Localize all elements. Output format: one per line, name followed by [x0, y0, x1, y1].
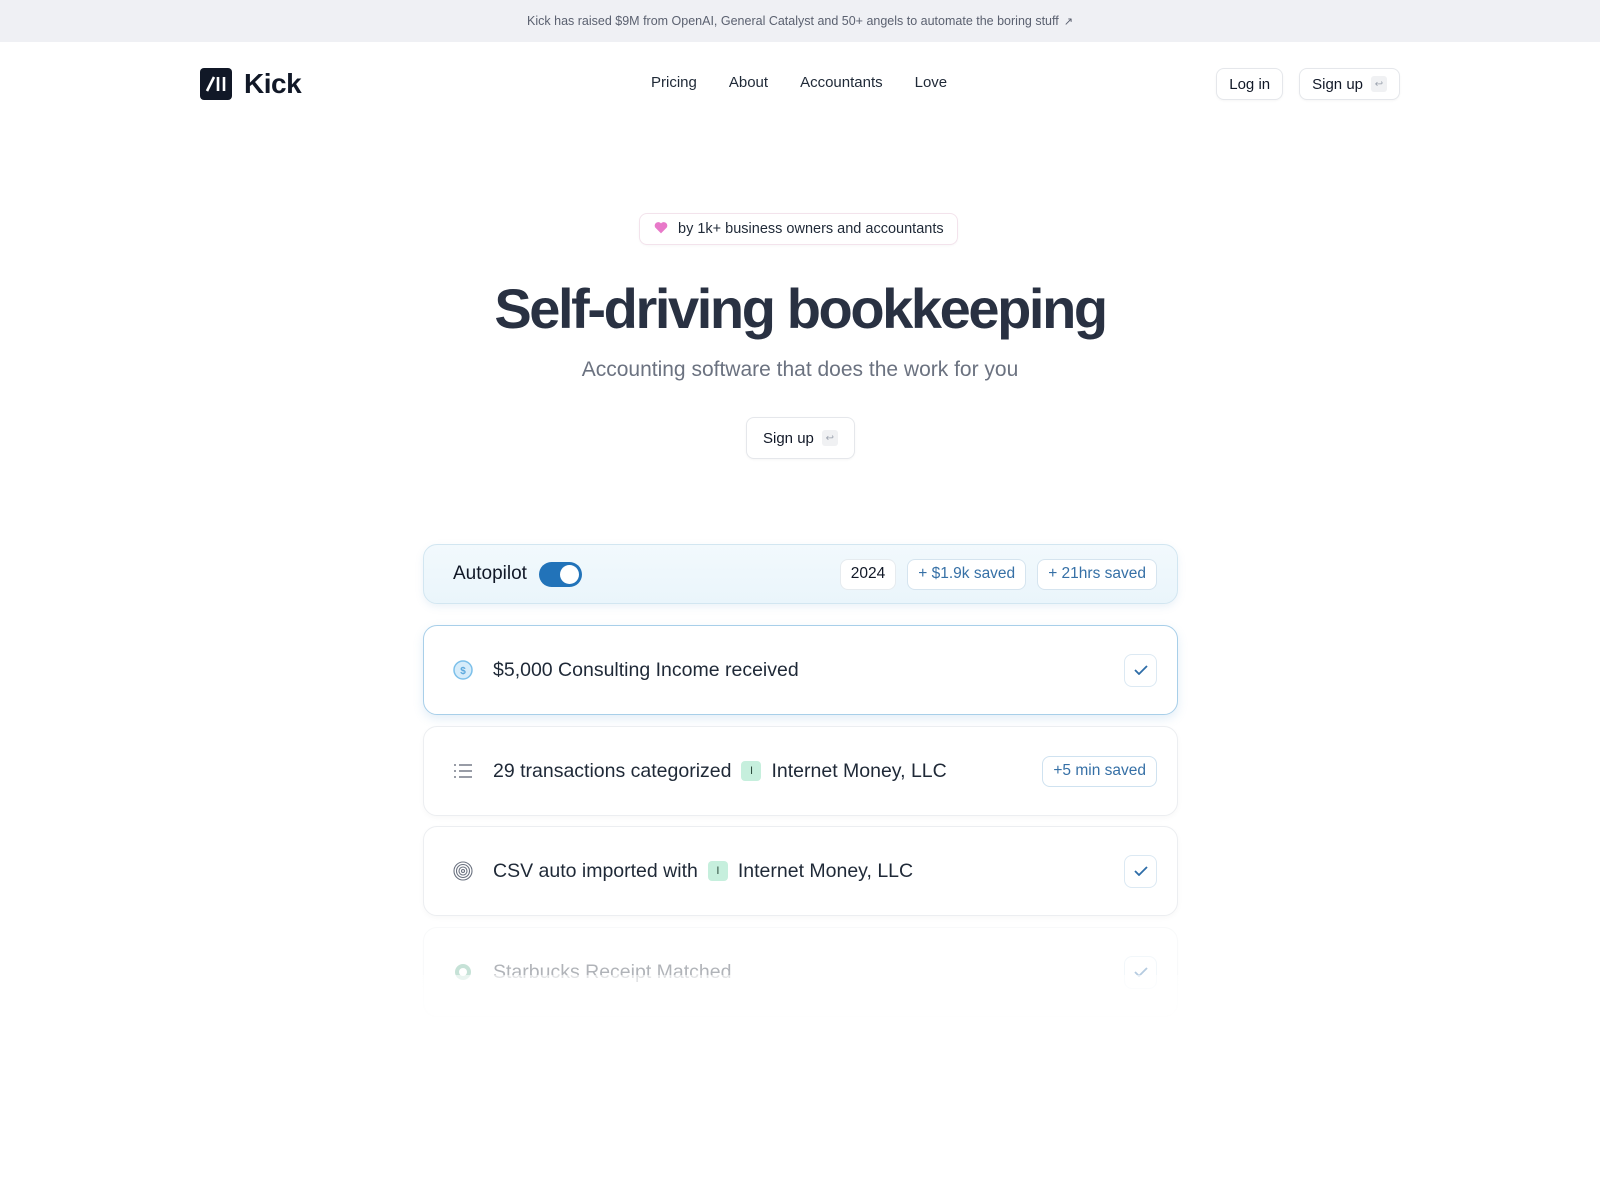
nav-links: Pricing About Accountants Love	[651, 74, 947, 91]
autopilot-stats: 2024 + $1.9k saved + 21hrs saved	[839, 558, 1157, 590]
autopilot-toggle[interactable]	[538, 561, 582, 587]
dollar-circle-icon: $	[453, 660, 473, 680]
company-logo-icon: I	[707, 861, 728, 881]
fingerprint-icon	[453, 861, 473, 881]
company-name[interactable]: Internet Money, LLC	[771, 760, 946, 783]
enter-key-icon: ↩	[821, 430, 838, 446]
feed-fade-overlay	[410, 975, 1190, 1045]
enter-key-icon: ↩	[1371, 76, 1387, 92]
feed-item: 29 transactions categorized I Internet M…	[423, 726, 1178, 816]
svg-text:$: $	[460, 666, 466, 677]
check-icon	[1133, 866, 1148, 876]
hero-signup-button[interactable]: Sign up ↩	[746, 417, 855, 459]
kick-logo-icon	[200, 68, 232, 100]
approve-button[interactable]	[1124, 653, 1157, 687]
time-saved-badge: +5 min saved	[1042, 755, 1157, 787]
hero-signup-label: Sign up	[763, 429, 814, 447]
feed-item-text: CSV auto imported with	[493, 859, 698, 882]
nav-link-accountants[interactable]: Accountants	[800, 74, 883, 91]
nav-link-pricing[interactable]: Pricing	[651, 74, 697, 91]
heart-icon	[654, 221, 668, 238]
feed-item: $ $5,000 Consulting Income received	[423, 625, 1178, 715]
social-proof-badge: by 1k+ business owners and accountants	[639, 213, 958, 245]
signup-button[interactable]: Sign up ↩	[1299, 68, 1400, 100]
approve-button[interactable]	[1124, 854, 1157, 888]
time-saved-badge: + 21hrs saved	[1037, 558, 1157, 590]
announcement-text[interactable]: Kick has raised $9M from OpenAI, General…	[527, 14, 1059, 28]
arrow-up-right-icon: ↗	[1063, 15, 1073, 28]
signup-label: Sign up	[1312, 75, 1363, 93]
nav-link-about[interactable]: About	[729, 74, 768, 91]
feed-item-text: $5,000 Consulting Income received	[493, 658, 799, 681]
list-icon	[453, 761, 473, 781]
login-button[interactable]: Log in	[1216, 68, 1284, 100]
page-subtitle: Accounting software that does the work f…	[581, 358, 1019, 381]
login-label: Log in	[1229, 75, 1271, 93]
autopilot-bar: Autopilot 2024 + $1.9k saved + 21hrs sav…	[423, 544, 1178, 604]
autopilot-label: Autopilot	[453, 563, 527, 584]
toggle-knob	[559, 564, 579, 584]
company-logo-icon: I	[741, 761, 762, 781]
company-name[interactable]: Internet Money, LLC	[738, 860, 913, 883]
money-saved-badge: + $1.9k saved	[907, 558, 1027, 590]
brand-name: Kick	[244, 68, 302, 99]
year-selector[interactable]: 2024	[839, 558, 897, 590]
brand-logo[interactable]: Kick	[200, 68, 302, 100]
badge-text: by 1k+ business owners and accountants	[678, 221, 944, 237]
feed-item-text: 29 transactions categorized	[493, 759, 732, 782]
nav-link-love[interactable]: Love	[915, 74, 948, 91]
feed-item: CSV auto imported with I Internet Money,…	[423, 826, 1178, 916]
top-nav: Kick Pricing About Accountants Love Log …	[0, 42, 1600, 126]
check-icon	[1133, 665, 1148, 675]
announcement-bar[interactable]: Kick has raised $9M from OpenAI, General…	[0, 0, 1600, 42]
auth-buttons: Log in Sign up ↩	[1216, 68, 1400, 100]
page-title: Self-driving bookkeeping	[494, 277, 1108, 340]
